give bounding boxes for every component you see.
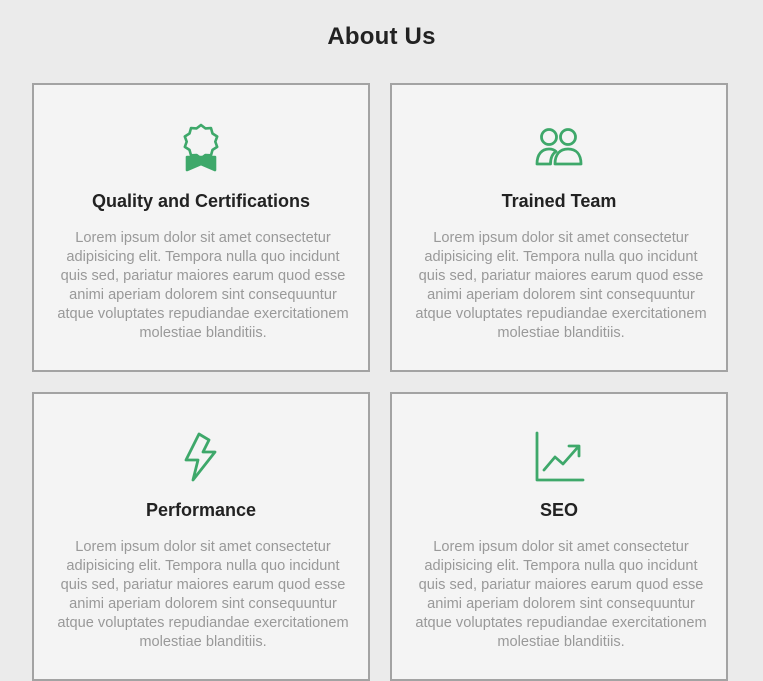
about-card-team: Trained Team Lorem ipsum dolor sit amet …	[390, 83, 728, 372]
card-description: Lorem ipsum dolor sit amet consectetur a…	[57, 230, 349, 341]
card-description: Lorem ipsum dolor sit amet consectetur a…	[415, 539, 707, 650]
card-title: Quality and Certifications	[91, 191, 311, 211]
about-card-seo: SEO Lorem ipsum dolor sit amet consectet…	[390, 392, 728, 681]
card-description: Lorem ipsum dolor sit amet consectetur a…	[415, 230, 707, 341]
about-card-quality: Quality and Certifications Lorem ipsum d…	[32, 83, 370, 372]
users-icon	[392, 122, 726, 174]
chart-line-icon	[392, 431, 726, 483]
about-card-performance: Performance Lorem ipsum dolor sit amet c…	[32, 392, 370, 681]
card-title: Performance	[145, 500, 257, 520]
award-icon	[34, 122, 368, 174]
card-title: Trained Team	[501, 191, 617, 211]
card-description: Lorem ipsum dolor sit amet consectetur a…	[57, 539, 349, 650]
page-title: About Us	[327, 23, 436, 50]
card-title: SEO	[539, 500, 578, 520]
lightning-icon	[34, 431, 368, 483]
